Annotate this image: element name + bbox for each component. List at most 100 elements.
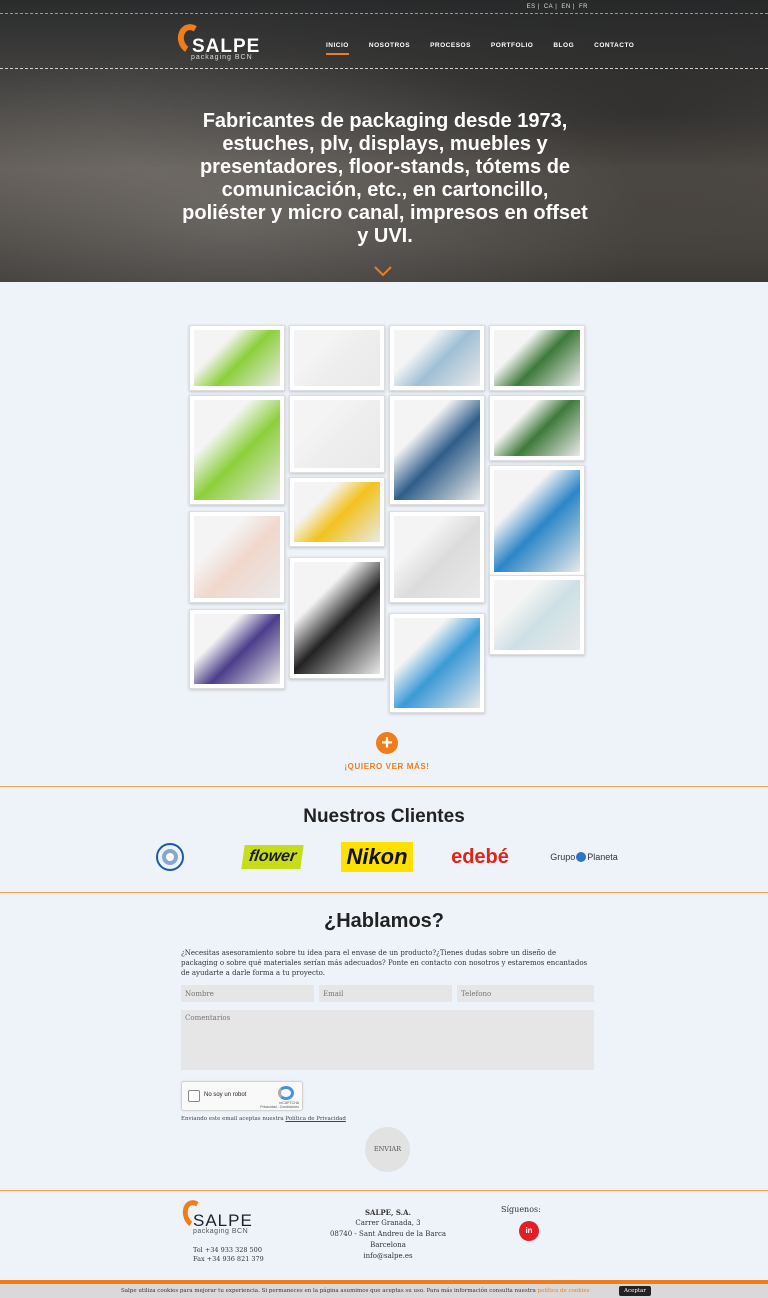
email-field[interactable] — [319, 985, 452, 1002]
nav-contacto[interactable]: CONTACTO — [594, 42, 634, 49]
client-nikon-logo: Nikon — [338, 840, 416, 874]
linkedin-icon[interactable]: in — [519, 1221, 539, 1241]
nav-blog[interactable]: BLOG — [553, 42, 574, 49]
footer-divider — [0, 1190, 768, 1191]
follow-label: Síguenos: — [501, 1205, 541, 1214]
product-image — [194, 400, 280, 500]
footer-logo[interactable]: SALPE packaging BCN — [179, 1197, 273, 1238]
gallery-tile-cosmetic-box[interactable] — [489, 575, 585, 655]
comments-field[interactable] — [181, 1010, 594, 1070]
top-divider — [0, 13, 768, 14]
gallery-tile-juan-marse-totem[interactable] — [389, 395, 485, 505]
recaptcha-links[interactable]: Privacidad - Condiciones — [260, 1105, 299, 1109]
gallery-tile-floor-stand-black[interactable] — [289, 557, 385, 679]
contact-title: ¿Hablamos? — [323, 910, 445, 932]
plus-icon[interactable]: + — [376, 732, 398, 754]
client-planeta-logo: Grupo Planeta — [544, 840, 624, 874]
client-nikon-text: Nikon — [341, 842, 413, 872]
product-image — [194, 516, 280, 598]
gallery-tile-white-box[interactable] — [289, 325, 385, 391]
consent-text: Enviando este email aceptas nuestra — [181, 1116, 284, 1122]
recaptcha-icon — [278, 1086, 294, 1100]
chevron-down-icon[interactable] — [373, 260, 393, 277]
footer-fax: Fax +34 936 821 379 — [193, 1255, 264, 1263]
nav-portfolio[interactable]: PORTFOLIO — [491, 42, 533, 49]
portfolio-gallery — [188, 324, 588, 716]
gallery-tile-woman-poster-box[interactable] — [389, 325, 485, 391]
lang-es[interactable]: ES — [527, 4, 536, 10]
client-grupo-text: Grupo — [550, 852, 576, 862]
recaptcha-brand: reCAPTCHA Privacidad - Condiciones — [255, 1101, 299, 1109]
product-image — [394, 618, 480, 708]
see-more-link[interactable]: ¡QUIERO VER MÁS! — [330, 762, 444, 771]
gallery-tile-mailbox-stand[interactable] — [489, 465, 585, 577]
footer-street: Carrer Granada, 3 — [355, 1219, 421, 1227]
footer-logo-tagline: packaging BCN — [193, 1228, 249, 1235]
gallery-tile-velfont-display-large[interactable] — [189, 395, 285, 505]
nav-procesos[interactable]: PROCESOS — [430, 42, 471, 49]
cookie-accept-button[interactable]: Aceptar — [619, 1286, 651, 1296]
footer-phone: Tel +34 933 328 500 — [193, 1246, 262, 1254]
send-button[interactable]: ENVIAR — [365, 1127, 410, 1172]
globe-icon — [576, 852, 587, 862]
footer-city: 08740 - Sant Andreu de la Barca — [329, 1230, 447, 1238]
nav-divider — [0, 68, 768, 69]
product-image — [294, 330, 380, 386]
lang-fr[interactable]: FR — [579, 4, 588, 10]
footer-company: SALPE, S.A. — [365, 1208, 411, 1217]
product-image — [294, 562, 380, 674]
product-image — [494, 580, 580, 650]
gallery-tile-cheese-box-2[interactable] — [489, 395, 585, 461]
product-image — [394, 516, 480, 598]
section-divider — [0, 786, 768, 787]
lang-ca[interactable]: CA — [544, 4, 553, 10]
phone-field[interactable] — [457, 985, 594, 1002]
contact-intro: ¿Necesitas asesoramiento sobre tu idea p… — [181, 949, 588, 977]
client-seal-logo — [154, 840, 186, 874]
gallery-tile-blue-black-boxes[interactable] — [389, 613, 485, 713]
footer-email[interactable]: info@salpe.es — [318, 1251, 458, 1262]
gallery-tile-purple-gift-box[interactable] — [189, 609, 285, 689]
captcha-checkbox[interactable] — [188, 1090, 200, 1102]
recaptcha-widget: No soy un robot reCAPTCHA Privacidad - Co… — [181, 1081, 303, 1111]
name-field[interactable] — [181, 985, 314, 1002]
product-image — [294, 482, 380, 542]
gallery-tile-yellow-bus-box[interactable] — [289, 477, 385, 547]
consent-notice: Enviando este email aceptas nuestra Polí… — [181, 1116, 346, 1122]
gallery-tile-cheese-box[interactable] — [489, 325, 585, 391]
client-planeta-text: Planeta — [587, 852, 618, 862]
footer-phones: Tel +34 933 328 500 Fax +34 936 821 379 — [193, 1246, 264, 1264]
clients-title: Nuestros Clientes — [303, 806, 465, 827]
gallery-tile-neutrogena-display[interactable] — [389, 511, 485, 603]
product-image — [494, 400, 580, 456]
footer-address: SALPE, S.A. Carrer Granada, 3 08740 - Sa… — [318, 1207, 458, 1262]
cookie-banner: Salpe utiliza cookies para mejorar tu ex… — [0, 1284, 768, 1298]
captcha-label: No soy un robot — [204, 1092, 247, 1098]
cookie-message: Salpe utiliza cookies para mejorar tu ex… — [121, 1288, 589, 1294]
nav-nosotros[interactable]: NOSOTROS — [369, 42, 410, 49]
footer-region: Barcelona — [370, 1241, 406, 1249]
client-flower-text: flower — [241, 845, 305, 869]
client-edebe-logo: edebé — [448, 840, 512, 874]
gallery-tile-white-box-2[interactable] — [289, 395, 385, 473]
logo-tagline: packaging BCN — [191, 54, 253, 61]
language-switcher: ES | CA | EN | FR — [526, 4, 588, 10]
product-image — [394, 330, 480, 386]
header-logo[interactable]: SALPE packaging BCN — [174, 21, 259, 64]
product-image — [494, 330, 580, 386]
privacy-policy-link[interactable]: Política de Privacidad — [285, 1116, 346, 1122]
gallery-tile-jewelry-boxes[interactable] — [189, 511, 285, 603]
main-nav: INICIO NOSOTROS PROCESOS PORTFOLIO BLOG … — [326, 42, 654, 55]
product-image — [194, 330, 280, 386]
nav-inicio[interactable]: INICIO — [326, 42, 349, 55]
gallery-tile-velfont-display[interactable] — [189, 325, 285, 391]
client-edebe-text: edebé — [451, 845, 509, 868]
hero-headline: Fabricantes de packaging desde 1973, est… — [182, 110, 588, 247]
hero-banner: ES | CA | EN | FR SALPE packaging BCN INICI… — [0, 0, 768, 282]
client-flower-logo: flower — [238, 840, 308, 874]
cookie-text: Salpe utiliza cookies para mejorar tu ex… — [121, 1288, 536, 1294]
lang-en[interactable]: EN — [561, 4, 570, 10]
product-image — [394, 400, 480, 500]
cookie-policy-link[interactable]: política de cookies — [538, 1288, 590, 1294]
product-image — [494, 470, 580, 572]
